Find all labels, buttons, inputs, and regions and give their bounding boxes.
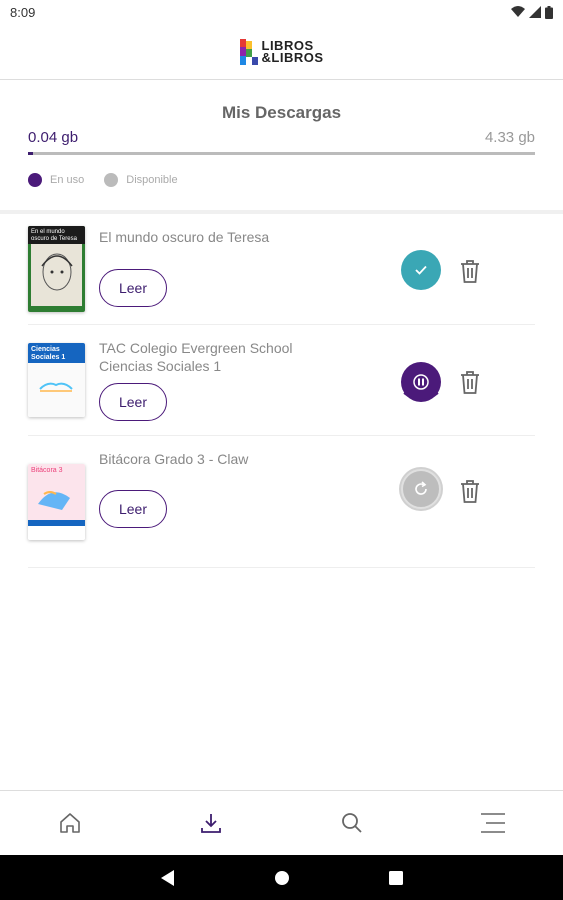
book-title: TAC Colegio Evergreen School Ciencias So…: [99, 340, 293, 374]
book-title: Bitácora Grado 3 - Claw: [99, 451, 249, 467]
nav-home[interactable]: [50, 803, 90, 843]
read-button[interactable]: Leer: [99, 269, 167, 307]
recents-icon[interactable]: [388, 870, 403, 885]
legend-used-label: En uso: [50, 174, 85, 186]
bottom-nav: [0, 790, 563, 855]
status-icons: [511, 5, 553, 19]
menu-icon: [480, 813, 505, 833]
storage-used: 0.04 gb: [28, 129, 79, 146]
download-item: Ciencias Sociales 1 TAC Colegio Evergree…: [28, 325, 535, 436]
legend-available-dot: [104, 173, 119, 187]
system-navigation-bar: [0, 855, 563, 900]
book-cover-text: Ciencias Sociales 1: [31, 346, 66, 361]
book-cover[interactable]: Ciencias Sociales 1: [28, 343, 85, 417]
download-retry-button[interactable]: [401, 469, 441, 509]
storage-progress-fill: [28, 152, 34, 155]
home-circle-icon[interactable]: [274, 870, 289, 885]
nav-downloads[interactable]: [191, 803, 231, 843]
status-bar: 8:09: [0, 0, 563, 24]
download-progress-arc-icon: [403, 392, 439, 401]
storage-values: 0.04 gb 4.33 gb: [28, 129, 535, 146]
book-cover-art: [28, 464, 85, 540]
download-icon: [201, 814, 222, 833]
home-icon: [60, 813, 81, 833]
book-cover-text: En el mundo oscuro de Teresa: [31, 229, 77, 242]
logo-mark-icon: [239, 38, 258, 65]
downloads-list: En el mundo oscuro de Teresa El mundo os…: [28, 214, 535, 568]
legend-used-dot: [28, 173, 42, 187]
wifi-icon: [511, 6, 525, 17]
battery-icon: [545, 5, 553, 19]
book-title: El mundo oscuro de Teresa: [99, 229, 270, 245]
download-item: En el mundo oscuro de Teresa El mundo os…: [28, 214, 535, 325]
page-title: Mis Descargas: [221, 103, 342, 122]
retry-icon: [415, 481, 427, 495]
nav-menu[interactable]: [473, 803, 513, 843]
signal-icon: [529, 6, 541, 18]
logo-text: LIBROS &LIBROS: [261, 39, 324, 65]
logo-line2: &LIBROS: [261, 49, 324, 65]
storage-section: Mis Descargas 0.04 gb 4.33 gb En uso Dis…: [0, 81, 563, 211]
status-time: 8:09: [10, 4, 36, 20]
read-button[interactable]: Leer: [99, 383, 167, 421]
check-icon: [415, 265, 427, 275]
search-icon: [341, 813, 362, 833]
read-button[interactable]: Leer: [99, 490, 167, 528]
nav-search[interactable]: [332, 803, 372, 843]
app-header: LIBROS &LIBROS: [0, 24, 563, 80]
book-cover-text: Bitácora 3: [31, 467, 63, 474]
trash-icon[interactable]: [458, 478, 482, 504]
storage-progress-bar: [28, 152, 535, 155]
book-cover[interactable]: Bitácora 3: [28, 464, 85, 540]
download-item: Bitácora 3 Bitácora Grado 3 - Claw Leer: [28, 436, 535, 568]
download-complete-button[interactable]: [401, 250, 441, 290]
back-icon[interactable]: [160, 869, 175, 886]
storage-total: 4.33 gb: [484, 129, 535, 146]
storage-legend: En uso Disponible: [28, 173, 535, 187]
trash-icon[interactable]: [458, 258, 482, 284]
book-cover[interactable]: En el mundo oscuro de Teresa: [28, 226, 85, 312]
app-logo[interactable]: LIBROS &LIBROS: [239, 38, 324, 65]
legend-available-label: Disponible: [126, 174, 178, 186]
trash-icon[interactable]: [458, 369, 482, 395]
